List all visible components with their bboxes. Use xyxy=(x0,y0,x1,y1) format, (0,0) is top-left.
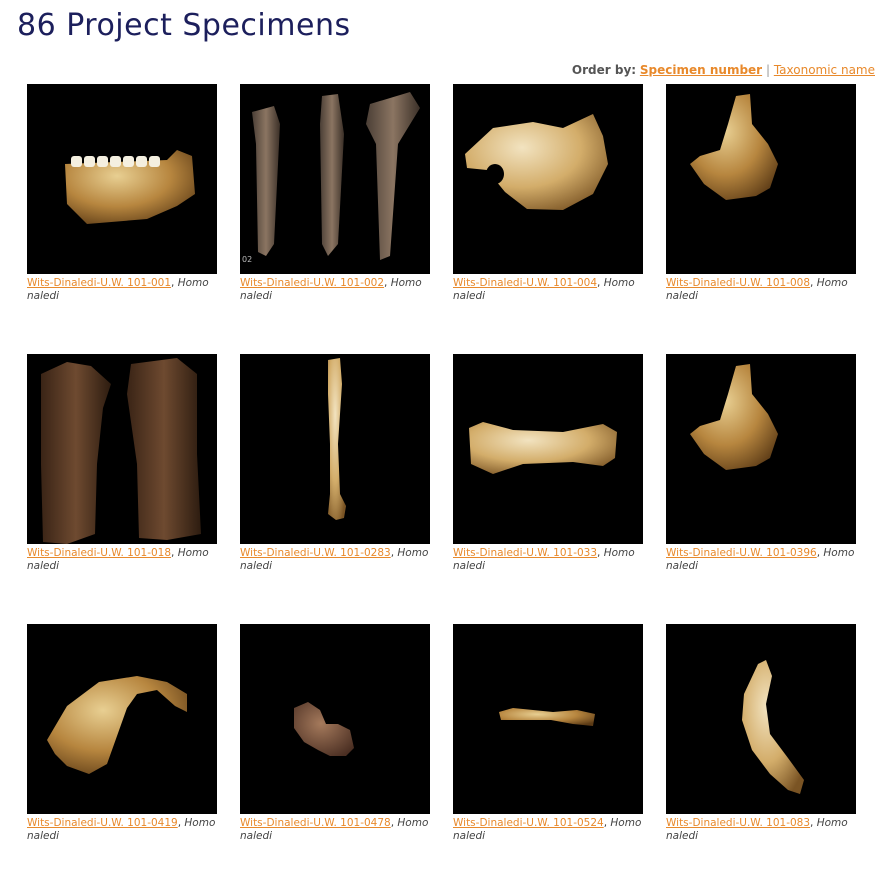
specimen-link[interactable]: Wits-Dinaledi-U.W. 101-0396 xyxy=(666,547,817,559)
specimen-link[interactable]: Wits-Dinaledi-U.W. 101-018 xyxy=(27,547,171,559)
order-specimen-number-link[interactable]: Specimen number xyxy=(640,63,762,77)
specimen-caption: Wits-Dinaledi-U.W. 101-018, Homo naledi xyxy=(27,547,209,572)
specimen-link[interactable]: Wits-Dinaledi-U.W. 101-0283 xyxy=(240,547,391,559)
specimen-link[interactable]: Wits-Dinaledi-U.W. 101-033 xyxy=(453,547,597,559)
specimen-caption: Wits-Dinaledi-U.W. 101-083, Homo naledi xyxy=(666,817,848,842)
specimen-link[interactable]: Wits-Dinaledi-U.W. 101-083 xyxy=(666,817,810,829)
specimen-card: Wits-Dinaledi-U.W. 101-008, Homo naledi xyxy=(666,84,856,354)
specimen-grid: Wits-Dinaledi-U.W. 101-001, Homo naledi … xyxy=(27,84,856,894)
order-separator: | xyxy=(765,63,770,77)
page-title: 86 Project Specimens xyxy=(17,8,351,43)
specimen-caption: Wits-Dinaledi-U.W. 101-0283, Homo naledi xyxy=(240,547,429,572)
specimen-caption: Wits-Dinaledi-U.W. 101-008, Homo naledi xyxy=(666,277,848,302)
specimen-link[interactable]: Wits-Dinaledi-U.W. 101-0419 xyxy=(27,817,178,829)
specimen-image[interactable] xyxy=(27,84,217,274)
specimen-caption: Wits-Dinaledi-U.W. 101-0524, Homo naledi xyxy=(453,817,642,842)
order-by-bar: Order by: Specimen number | Taxonomic na… xyxy=(572,63,875,77)
specimen-image[interactable] xyxy=(666,624,856,814)
specimen-image[interactable] xyxy=(240,624,430,814)
specimen-link[interactable]: Wits-Dinaledi-U.W. 101-002 xyxy=(240,277,384,289)
specimen-card: Wits-Dinaledi-U.W. 101-004, Homo naledi xyxy=(453,84,643,354)
specimen-card: Wits-Dinaledi-U.W. 101-0478, Homo naledi xyxy=(240,624,430,894)
order-by-label: Order by: xyxy=(571,63,637,77)
specimen-card: Wits-Dinaledi-U.W. 101-083, Homo naledi xyxy=(666,624,856,894)
specimen-image[interactable] xyxy=(666,354,856,544)
specimen-caption: Wits-Dinaledi-U.W. 101-0419, Homo naledi xyxy=(27,817,216,842)
specimen-image[interactable] xyxy=(453,354,643,544)
specimen-card: Wits-Dinaledi-U.W. 101-0524, Homo naledi xyxy=(453,624,643,894)
specimen-card: Wits-Dinaledi-U.W. 101-0283, Homo naledi xyxy=(240,354,430,624)
specimen-card: 02 Wits-Dinaledi-U.W. 101-002, Homo naled… xyxy=(240,84,430,354)
specimen-image[interactable]: 02 xyxy=(240,84,430,274)
image-label: 02 xyxy=(242,255,252,264)
specimen-caption: Wits-Dinaledi-U.W. 101-0396, Homo naledi xyxy=(666,547,855,572)
specimen-image[interactable] xyxy=(27,354,217,544)
specimen-card: Wits-Dinaledi-U.W. 101-0396, Homo naledi xyxy=(666,354,856,624)
specimen-card: Wits-Dinaledi-U.W. 101-033, Homo naledi xyxy=(453,354,643,624)
specimen-image[interactable] xyxy=(27,624,217,814)
specimen-image[interactable] xyxy=(453,84,643,274)
specimen-caption: Wits-Dinaledi-U.W. 101-033, Homo naledi xyxy=(453,547,635,572)
specimen-caption: Wits-Dinaledi-U.W. 101-002, Homo naledi xyxy=(240,277,422,302)
specimen-image[interactable] xyxy=(666,84,856,274)
specimen-link[interactable]: Wits-Dinaledi-U.W. 101-004 xyxy=(453,277,597,289)
specimen-card: Wits-Dinaledi-U.W. 101-001, Homo naledi xyxy=(27,84,217,354)
specimen-link[interactable]: Wits-Dinaledi-U.W. 101-0478 xyxy=(240,817,391,829)
specimen-link[interactable]: Wits-Dinaledi-U.W. 101-001 xyxy=(27,277,171,289)
specimen-image[interactable] xyxy=(240,354,430,544)
specimen-link[interactable]: Wits-Dinaledi-U.W. 101-0524 xyxy=(453,817,604,829)
order-taxonomic-name-link[interactable]: Taxonomic name xyxy=(774,63,875,77)
specimen-image[interactable] xyxy=(453,624,643,814)
specimen-link[interactable]: Wits-Dinaledi-U.W. 101-008 xyxy=(666,277,810,289)
specimen-caption: Wits-Dinaledi-U.W. 101-001, Homo naledi xyxy=(27,277,209,302)
specimen-card: Wits-Dinaledi-U.W. 101-0419, Homo naledi xyxy=(27,624,217,894)
specimen-caption: Wits-Dinaledi-U.W. 101-004, Homo naledi xyxy=(453,277,635,302)
specimen-card: Wits-Dinaledi-U.W. 101-018, Homo naledi xyxy=(27,354,217,624)
specimen-caption: Wits-Dinaledi-U.W. 101-0478, Homo naledi xyxy=(240,817,429,842)
